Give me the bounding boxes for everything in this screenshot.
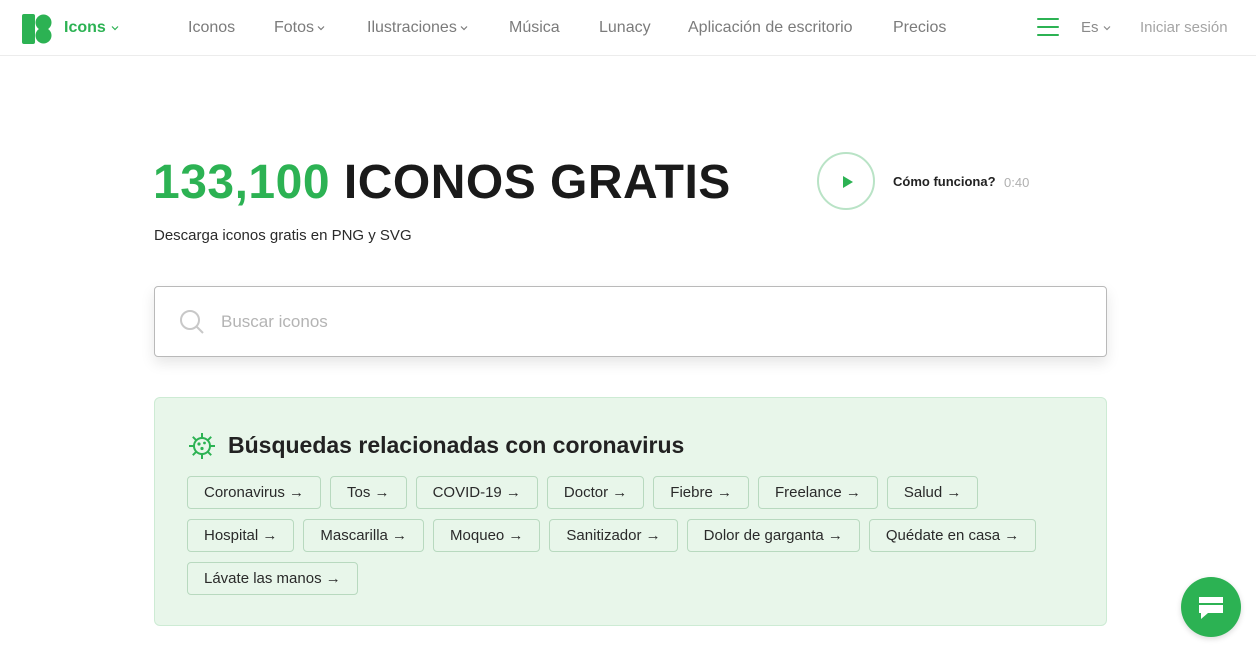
page-subtitle: Descarga iconos gratis en PNG y SVG <box>154 227 412 244</box>
tag-sanitizador[interactable]: Sanitizador → <box>549 519 678 552</box>
nav-link-precios[interactable]: Precios <box>893 19 946 37</box>
tag-dolor-de-garganta[interactable]: Dolor de garganta → <box>686 519 860 552</box>
tag-freelance[interactable]: Freelance → <box>757 476 878 509</box>
tag-moqueo[interactable]: Moqueo → <box>433 519 541 552</box>
related-searches-title: Búsquedas relacionadas con coronavirus <box>228 432 685 458</box>
nav-label: Precios <box>893 19 947 36</box>
language-label: Es <box>1081 19 1099 36</box>
nav-label: Fotos <box>274 19 315 36</box>
search-box <box>154 286 1107 357</box>
tag-quedate-en-casa[interactable]: Quédate en casa → <box>868 519 1037 552</box>
tag-hospital[interactable]: Hospital → <box>187 519 295 552</box>
chat-button[interactable] <box>1181 577 1241 637</box>
play-icon <box>843 176 853 188</box>
tag-coronavirus[interactable]: Coronavirus → <box>187 476 322 509</box>
play-video-button[interactable] <box>817 152 875 210</box>
nav-link-musica[interactable]: Música <box>509 19 560 37</box>
icon-count: 133,100 <box>153 156 331 209</box>
video-duration: 0:40 <box>1004 175 1030 190</box>
menu-icon[interactable] <box>1037 18 1059 36</box>
nav-link-ilustraciones[interactable]: Ilustraciones <box>367 19 468 37</box>
tag-fiebre[interactable]: Fiebre → <box>653 476 749 509</box>
brand-menu[interactable]: Icons <box>64 19 119 37</box>
page-title: 133,100 ICONOS GRATIS <box>153 155 731 210</box>
nav-link-fotos[interactable]: Fotos <box>274 19 325 37</box>
nav-label: Lunacy <box>599 19 651 36</box>
nav-link-desktop-app[interactable]: Aplicación de escritorio <box>688 19 853 37</box>
tag-doctor[interactable]: Doctor → <box>546 476 645 509</box>
tag-salud[interactable]: Salud → <box>886 476 979 509</box>
how-it-works-link[interactable]: Cómo funciona? <box>893 174 996 189</box>
login-link[interactable]: Iniciar sesión <box>1140 19 1228 36</box>
tag-lavate-las-manos[interactable]: Lávate las manos → <box>187 562 358 595</box>
tag-tos[interactable]: Tos → <box>330 476 407 509</box>
tag-mascarilla[interactable]: Mascarilla → <box>303 519 425 552</box>
brand-label: Icons <box>64 19 106 36</box>
related-searches-panel: Búsquedas relacionadas con coronavirus C… <box>154 397 1107 626</box>
chevron-down-icon <box>460 26 468 31</box>
logo-icon[interactable] <box>22 14 52 44</box>
top-navigation-bar: Icons Iconos Fotos Ilustraciones Música … <box>0 0 1256 56</box>
language-selector[interactable]: Es <box>1081 19 1111 36</box>
nav-link-iconos[interactable]: Iconos <box>188 19 235 37</box>
nav-label: Aplicación de escritorio <box>688 19 853 36</box>
related-tags-list: Coronavirus → Tos → COVID-19 → Doctor → … <box>187 476 1087 595</box>
nav-label: Iconos <box>188 19 236 36</box>
virus-icon <box>189 433 215 459</box>
chevron-down-icon <box>317 26 325 31</box>
chevron-down-icon <box>111 26 119 31</box>
tag-covid-19[interactable]: COVID-19 → <box>415 476 538 509</box>
nav-label: Música <box>509 19 560 36</box>
search-input[interactable] <box>221 305 1081 339</box>
nav-link-lunacy[interactable]: Lunacy <box>599 19 651 37</box>
nav-label: Ilustraciones <box>367 19 457 36</box>
chevron-down-icon <box>1103 25 1110 30</box>
search-icon <box>180 310 204 334</box>
page-title-text: ICONOS GRATIS <box>343 156 731 209</box>
chat-icon <box>1199 597 1223 619</box>
